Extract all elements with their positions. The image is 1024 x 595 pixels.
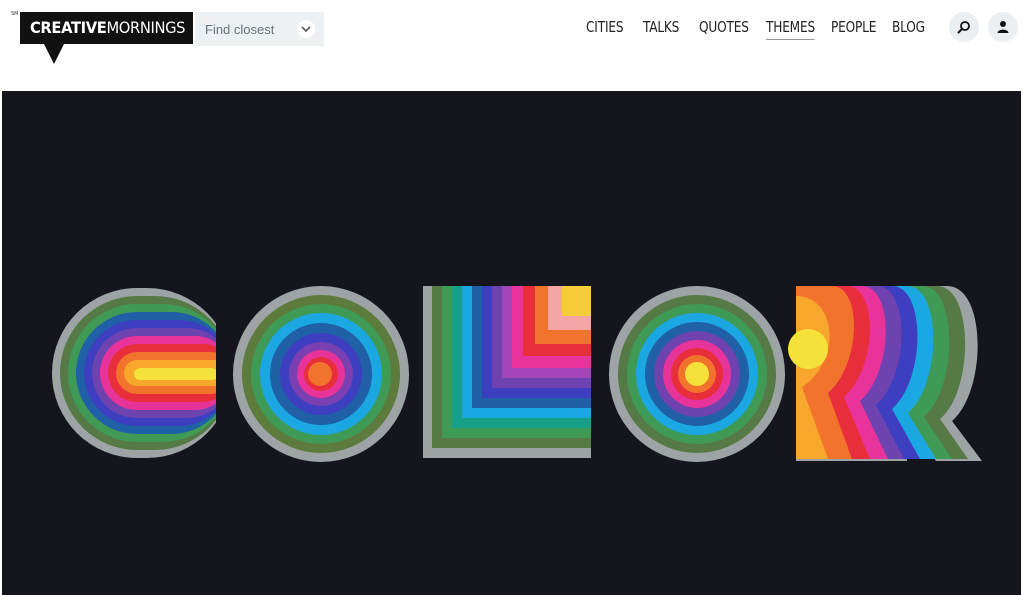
search-icon [957,21,970,34]
account-button[interactable] [988,12,1018,42]
city-finder-dropdown[interactable]: Find closest [195,12,324,46]
search-button[interactable] [949,12,979,42]
logo-word-mornings: MORNINGS [106,18,186,37]
chevron-down-icon[interactable] [297,20,315,38]
letter-l-art [423,286,591,458]
creativemornings-logo[interactable]: CREATIVEMORNINGS [20,12,193,44]
letter-o2-art [609,286,785,462]
letter-c-art [52,281,236,467]
nav-cities[interactable]: CITIES [586,18,624,36]
nav-themes[interactable]: THEMES [766,18,815,40]
letter-r-art [788,286,982,461]
logo-wordmark: CREATIVEMORNINGS [30,18,186,37]
nav-people[interactable]: PEOPLE [831,18,876,36]
nav-blog[interactable]: BLOG [892,18,925,36]
letter-o1-art [233,286,409,462]
logo-speech-tail [44,44,64,64]
logo-word-creative: CREATIVE [30,18,107,37]
hero-artwork [2,91,1021,595]
user-icon [997,21,1009,33]
city-finder-placeholder: Find closest [205,22,275,37]
nav-talks[interactable]: TALKS [643,18,679,36]
trademark-mark: SM [11,11,19,17]
color-paper-art [52,281,982,467]
site-header: SM CREATIVEMORNINGS Find closest CITIES … [0,0,1024,90]
nav-quotes[interactable]: QUOTES [699,18,749,36]
